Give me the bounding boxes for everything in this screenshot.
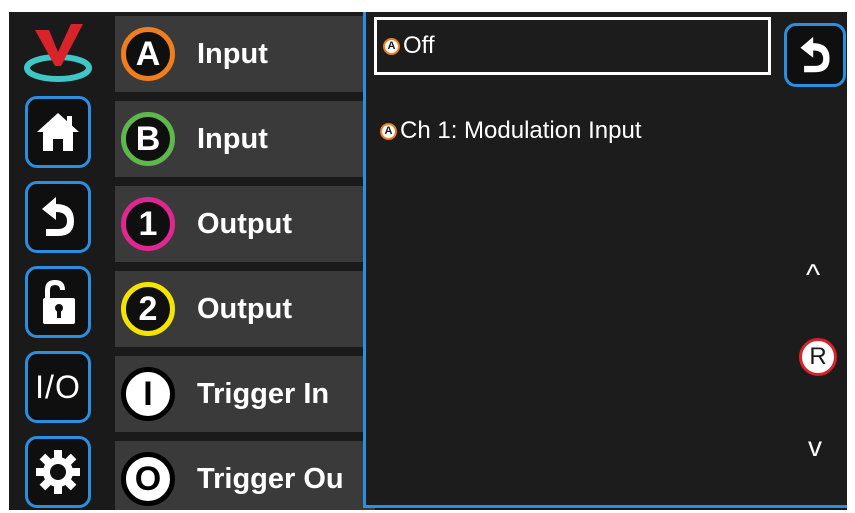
io-button-label: I/O <box>35 368 81 405</box>
channel-1-label: Output <box>197 208 293 240</box>
io-button[interactable]: I/O <box>25 351 91 423</box>
channel-a-mini-icon: A <box>383 37 400 55</box>
home-button[interactable] <box>25 96 91 168</box>
channel-row-a[interactable]: A Input <box>115 16 375 92</box>
option-modulation-label: Ch 1: Modulation Input <box>400 117 642 144</box>
back-arrow-icon <box>42 197 74 236</box>
trigger-out-row[interactable]: O Trigger Ou <box>115 441 375 510</box>
channel-row-2[interactable]: 2 Output <box>115 271 375 347</box>
option-off[interactable]: A Off <box>374 17 771 75</box>
reset-button[interactable]: R <box>799 338 837 376</box>
channel-2-label: Output <box>197 293 293 325</box>
trigger-out-label: Trigger Ou <box>197 463 344 495</box>
channel-b-badge: B <box>121 112 175 166</box>
logo-graphic <box>24 24 92 82</box>
home-icon <box>37 113 79 151</box>
channel-1-badge: 1 <box>121 197 175 251</box>
channel-b-label: Input <box>197 123 268 155</box>
trigger-in-row[interactable]: I Trigger In <box>115 356 375 432</box>
channel-row-b[interactable]: B Input <box>115 101 375 177</box>
unlock-button[interactable] <box>25 266 91 338</box>
channel-a-label: Input <box>197 38 268 70</box>
channel-2-badge: 2 <box>121 282 175 336</box>
trigger-in-badge: I <box>121 367 175 421</box>
source-select-panel: A Off A Ch 1: Modulation Input ^ R v <box>363 12 847 508</box>
scroll-up-icon[interactable]: ^ <box>806 259 820 293</box>
settings-button[interactable] <box>25 436 91 508</box>
option-modulation-input[interactable]: A Ch 1: Modulation Input <box>380 111 642 151</box>
channel-a-badge: A <box>121 27 175 81</box>
unlock-icon <box>43 280 75 324</box>
panel-back-button[interactable] <box>784 23 846 87</box>
trigger-out-badge: O <box>121 452 175 506</box>
device-screen: I/O A Input B Input 1 Output 2 Output I … <box>9 12 847 510</box>
gear-icon <box>36 450 80 494</box>
channel-a-mini-icon: A <box>380 122 397 140</box>
scroll-down-icon[interactable]: v <box>808 431 822 463</box>
back-arrow-icon <box>800 36 830 73</box>
trigger-in-label: Trigger In <box>197 378 330 410</box>
channel-row-1[interactable]: 1 Output <box>115 186 375 262</box>
option-off-label: Off <box>403 32 435 59</box>
back-button[interactable] <box>25 181 91 253</box>
vx-logo <box>23 20 93 84</box>
